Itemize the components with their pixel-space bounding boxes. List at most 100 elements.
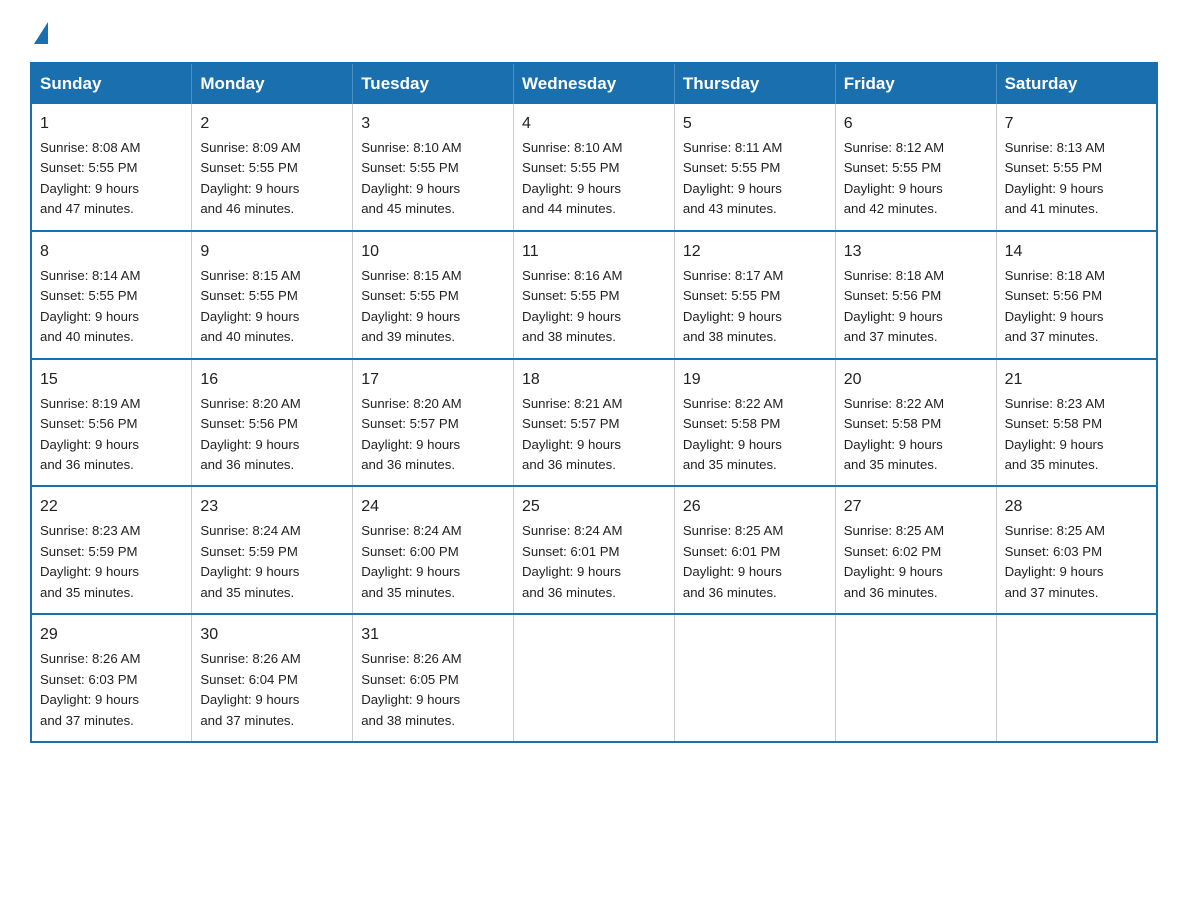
- day-info: Sunrise: 8:18 AMSunset: 5:56 PMDaylight:…: [844, 266, 988, 348]
- calendar-cell: 8Sunrise: 8:14 AMSunset: 5:55 PMDaylight…: [31, 231, 192, 359]
- day-number: 9: [200, 240, 344, 264]
- day-info: Sunrise: 8:14 AMSunset: 5:55 PMDaylight:…: [40, 266, 183, 348]
- day-number: 17: [361, 368, 505, 392]
- day-info: Sunrise: 8:26 AMSunset: 6:05 PMDaylight:…: [361, 649, 505, 731]
- day-number: 4: [522, 112, 666, 136]
- calendar-cell: 6Sunrise: 8:12 AMSunset: 5:55 PMDaylight…: [835, 104, 996, 231]
- day-info: Sunrise: 8:19 AMSunset: 5:56 PMDaylight:…: [40, 394, 183, 476]
- day-info: Sunrise: 8:13 AMSunset: 5:55 PMDaylight:…: [1005, 138, 1148, 220]
- page-header: [30, 20, 1158, 44]
- day-info: Sunrise: 8:16 AMSunset: 5:55 PMDaylight:…: [522, 266, 666, 348]
- day-info: Sunrise: 8:20 AMSunset: 5:57 PMDaylight:…: [361, 394, 505, 476]
- day-info: Sunrise: 8:21 AMSunset: 5:57 PMDaylight:…: [522, 394, 666, 476]
- calendar-cell: 12Sunrise: 8:17 AMSunset: 5:55 PMDayligh…: [674, 231, 835, 359]
- day-number: 26: [683, 495, 827, 519]
- calendar-cell: [835, 614, 996, 742]
- day-number: 23: [200, 495, 344, 519]
- calendar-cell: 1Sunrise: 8:08 AMSunset: 5:55 PMDaylight…: [31, 104, 192, 231]
- day-info: Sunrise: 8:23 AMSunset: 5:59 PMDaylight:…: [40, 521, 183, 603]
- calendar-cell: 5Sunrise: 8:11 AMSunset: 5:55 PMDaylight…: [674, 104, 835, 231]
- calendar-header-thursday: Thursday: [674, 63, 835, 104]
- day-info: Sunrise: 8:11 AMSunset: 5:55 PMDaylight:…: [683, 138, 827, 220]
- day-number: 29: [40, 623, 183, 647]
- calendar-header-row: SundayMondayTuesdayWednesdayThursdayFrid…: [31, 63, 1157, 104]
- calendar-header-sunday: Sunday: [31, 63, 192, 104]
- calendar-cell: 20Sunrise: 8:22 AMSunset: 5:58 PMDayligh…: [835, 359, 996, 487]
- day-number: 1: [40, 112, 183, 136]
- day-info: Sunrise: 8:10 AMSunset: 5:55 PMDaylight:…: [361, 138, 505, 220]
- calendar-week-row: 8Sunrise: 8:14 AMSunset: 5:55 PMDaylight…: [31, 231, 1157, 359]
- day-info: Sunrise: 8:25 AMSunset: 6:01 PMDaylight:…: [683, 521, 827, 603]
- calendar-cell: 21Sunrise: 8:23 AMSunset: 5:58 PMDayligh…: [996, 359, 1157, 487]
- day-info: Sunrise: 8:20 AMSunset: 5:56 PMDaylight:…: [200, 394, 344, 476]
- calendar-cell: 7Sunrise: 8:13 AMSunset: 5:55 PMDaylight…: [996, 104, 1157, 231]
- calendar-cell: 24Sunrise: 8:24 AMSunset: 6:00 PMDayligh…: [353, 486, 514, 614]
- calendar-cell: [514, 614, 675, 742]
- calendar-cell: [996, 614, 1157, 742]
- day-number: 12: [683, 240, 827, 264]
- day-info: Sunrise: 8:15 AMSunset: 5:55 PMDaylight:…: [200, 266, 344, 348]
- day-number: 2: [200, 112, 344, 136]
- day-info: Sunrise: 8:24 AMSunset: 6:01 PMDaylight:…: [522, 521, 666, 603]
- day-info: Sunrise: 8:09 AMSunset: 5:55 PMDaylight:…: [200, 138, 344, 220]
- day-number: 28: [1005, 495, 1148, 519]
- day-number: 24: [361, 495, 505, 519]
- day-number: 21: [1005, 368, 1148, 392]
- day-number: 10: [361, 240, 505, 264]
- day-info: Sunrise: 8:24 AMSunset: 6:00 PMDaylight:…: [361, 521, 505, 603]
- day-number: 14: [1005, 240, 1148, 264]
- calendar-cell: 29Sunrise: 8:26 AMSunset: 6:03 PMDayligh…: [31, 614, 192, 742]
- calendar-table: SundayMondayTuesdayWednesdayThursdayFrid…: [30, 62, 1158, 743]
- day-info: Sunrise: 8:23 AMSunset: 5:58 PMDaylight:…: [1005, 394, 1148, 476]
- calendar-header-tuesday: Tuesday: [353, 63, 514, 104]
- calendar-cell: 18Sunrise: 8:21 AMSunset: 5:57 PMDayligh…: [514, 359, 675, 487]
- day-info: Sunrise: 8:25 AMSunset: 6:03 PMDaylight:…: [1005, 521, 1148, 603]
- calendar-cell: 25Sunrise: 8:24 AMSunset: 6:01 PMDayligh…: [514, 486, 675, 614]
- day-info: Sunrise: 8:15 AMSunset: 5:55 PMDaylight:…: [361, 266, 505, 348]
- day-info: Sunrise: 8:24 AMSunset: 5:59 PMDaylight:…: [200, 521, 344, 603]
- calendar-cell: 16Sunrise: 8:20 AMSunset: 5:56 PMDayligh…: [192, 359, 353, 487]
- calendar-cell: 13Sunrise: 8:18 AMSunset: 5:56 PMDayligh…: [835, 231, 996, 359]
- calendar-cell: 31Sunrise: 8:26 AMSunset: 6:05 PMDayligh…: [353, 614, 514, 742]
- logo-triangle-icon: [34, 22, 48, 44]
- calendar-header-wednesday: Wednesday: [514, 63, 675, 104]
- day-number: 22: [40, 495, 183, 519]
- day-info: Sunrise: 8:26 AMSunset: 6:04 PMDaylight:…: [200, 649, 344, 731]
- calendar-cell: 17Sunrise: 8:20 AMSunset: 5:57 PMDayligh…: [353, 359, 514, 487]
- calendar-cell: 3Sunrise: 8:10 AMSunset: 5:55 PMDaylight…: [353, 104, 514, 231]
- calendar-week-row: 15Sunrise: 8:19 AMSunset: 5:56 PMDayligh…: [31, 359, 1157, 487]
- day-number: 6: [844, 112, 988, 136]
- calendar-cell: 2Sunrise: 8:09 AMSunset: 5:55 PMDaylight…: [192, 104, 353, 231]
- calendar-cell: 27Sunrise: 8:25 AMSunset: 6:02 PMDayligh…: [835, 486, 996, 614]
- day-number: 11: [522, 240, 666, 264]
- day-info: Sunrise: 8:26 AMSunset: 6:03 PMDaylight:…: [40, 649, 183, 731]
- calendar-cell: [674, 614, 835, 742]
- calendar-week-row: 29Sunrise: 8:26 AMSunset: 6:03 PMDayligh…: [31, 614, 1157, 742]
- day-info: Sunrise: 8:25 AMSunset: 6:02 PMDaylight:…: [844, 521, 988, 603]
- day-number: 27: [844, 495, 988, 519]
- day-number: 19: [683, 368, 827, 392]
- calendar-cell: 15Sunrise: 8:19 AMSunset: 5:56 PMDayligh…: [31, 359, 192, 487]
- day-info: Sunrise: 8:10 AMSunset: 5:55 PMDaylight:…: [522, 138, 666, 220]
- day-info: Sunrise: 8:22 AMSunset: 5:58 PMDaylight:…: [844, 394, 988, 476]
- calendar-header-saturday: Saturday: [996, 63, 1157, 104]
- calendar-cell: 19Sunrise: 8:22 AMSunset: 5:58 PMDayligh…: [674, 359, 835, 487]
- day-number: 30: [200, 623, 344, 647]
- calendar-cell: 23Sunrise: 8:24 AMSunset: 5:59 PMDayligh…: [192, 486, 353, 614]
- logo: [30, 20, 48, 44]
- day-number: 13: [844, 240, 988, 264]
- day-info: Sunrise: 8:17 AMSunset: 5:55 PMDaylight:…: [683, 266, 827, 348]
- calendar-cell: 9Sunrise: 8:15 AMSunset: 5:55 PMDaylight…: [192, 231, 353, 359]
- day-number: 31: [361, 623, 505, 647]
- calendar-cell: 30Sunrise: 8:26 AMSunset: 6:04 PMDayligh…: [192, 614, 353, 742]
- calendar-header-monday: Monday: [192, 63, 353, 104]
- day-number: 15: [40, 368, 183, 392]
- calendar-cell: 14Sunrise: 8:18 AMSunset: 5:56 PMDayligh…: [996, 231, 1157, 359]
- day-number: 8: [40, 240, 183, 264]
- calendar-cell: 22Sunrise: 8:23 AMSunset: 5:59 PMDayligh…: [31, 486, 192, 614]
- day-number: 20: [844, 368, 988, 392]
- day-number: 18: [522, 368, 666, 392]
- day-info: Sunrise: 8:08 AMSunset: 5:55 PMDaylight:…: [40, 138, 183, 220]
- calendar-cell: 10Sunrise: 8:15 AMSunset: 5:55 PMDayligh…: [353, 231, 514, 359]
- day-number: 16: [200, 368, 344, 392]
